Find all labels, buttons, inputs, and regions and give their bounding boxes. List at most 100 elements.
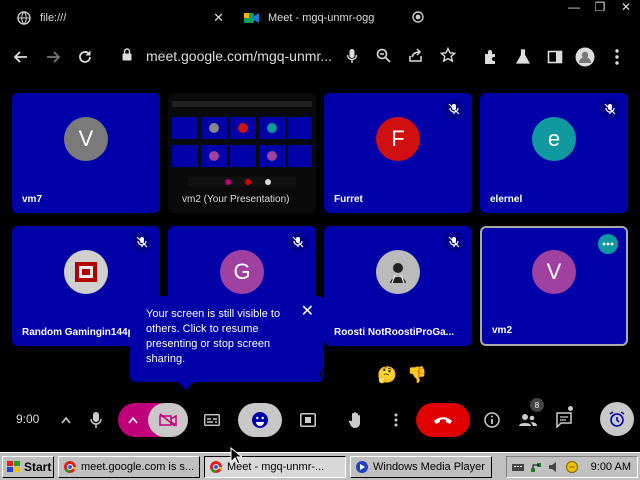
meeting-info-icon[interactable] [476, 404, 508, 436]
taskbar-item-media-player[interactable]: Windows Media Player [350, 456, 492, 478]
people-button[interactable]: 8 [512, 398, 544, 436]
tab-close-icon[interactable]: ✕ [213, 10, 224, 26]
bookmark-star-icon[interactable] [439, 46, 457, 66]
participant-name: Random Gamingin144p [22, 327, 134, 338]
people-count-badge: 8 [530, 398, 544, 412]
globe-icon [16, 10, 32, 26]
tooltip-text: Your screen is still visible to others. … [146, 308, 281, 365]
windows-flag-icon [7, 461, 20, 472]
chat-icon[interactable] [548, 404, 580, 436]
chat-notification-dot [568, 406, 573, 411]
reaction-bar: 😮 😢 🤔 👎 [316, 364, 428, 386]
avatar: F [376, 116, 420, 161]
participant-name: vm2 (Your Presentation) [182, 194, 290, 205]
zoom-icon[interactable] [376, 48, 391, 66]
back-icon[interactable] [10, 46, 32, 68]
side-panel-icon[interactable] [544, 46, 566, 68]
address-bar[interactable]: meet.google.com/mgq-unmr... [118, 42, 474, 70]
taskbar-item-label: Windows Media Player [373, 461, 485, 473]
emoji-reactions-button[interactable] [238, 403, 282, 437]
start-button[interactable]: Start [2, 456, 54, 478]
participant-tile[interactable]: Roosti NotRoostiProGa... [324, 226, 472, 346]
volume-icon[interactable] [547, 460, 561, 474]
microphone-icon[interactable] [346, 48, 358, 67]
forward-icon[interactable] [42, 46, 64, 68]
reaction-thumbs-down-icon[interactable]: 👎 [406, 364, 428, 386]
avatar: e [532, 116, 576, 161]
extensions-icon[interactable] [480, 46, 502, 68]
screen: file:/// ✕ Meet - mgq-unmr-ogg — ❐ ✕ mee… [0, 0, 640, 480]
tab-title: Meet - mgq-unmr-ogg [268, 12, 375, 24]
activities-button[interactable] [600, 402, 634, 436]
avatar: G [220, 249, 264, 294]
reload-icon[interactable] [74, 46, 96, 68]
lock-icon [122, 48, 136, 64]
people-icon [519, 414, 537, 426]
avatar: V [64, 116, 108, 161]
minimize-icon[interactable]: — [566, 0, 582, 18]
mic-off-icon [288, 232, 308, 252]
browser-toolbar: meet.google.com/mgq-unmr... [0, 36, 640, 76]
media-player-icon [356, 461, 368, 473]
participant-name: Roosti NotRoostiProGa... [334, 327, 454, 338]
labs-flask-icon[interactable] [512, 46, 534, 68]
reaction-surprised-icon[interactable]: 😮 [316, 364, 338, 386]
windows-taskbar: Start meet.google.com is s... Meet - mgq… [0, 452, 640, 480]
mic-off-icon [600, 99, 620, 119]
share-icon[interactable] [408, 48, 423, 66]
participant-tile[interactable]: e elernel [480, 93, 628, 213]
chevron-up-icon[interactable] [50, 404, 82, 436]
hang-up-icon [434, 417, 452, 424]
close-icon[interactable]: ✕ [301, 304, 314, 320]
participant-tile[interactable]: V vm7 [12, 93, 160, 213]
tab-title: file:/// [40, 12, 67, 24]
alarm-clock-icon [609, 411, 625, 427]
close-window-icon[interactable]: ✕ [618, 0, 634, 18]
reaction-thinking-icon[interactable]: 🤔 [376, 364, 398, 386]
taskbar-item-chrome-1[interactable]: meet.google.com is s... [58, 456, 200, 478]
tab-record-icon[interactable] [412, 11, 424, 26]
microphone-button[interactable] [80, 404, 112, 436]
meet-icon [244, 10, 260, 26]
more-options-kebab-icon[interactable] [380, 404, 412, 436]
tab-strip: file:/// ✕ Meet - mgq-unmr-ogg — ❐ ✕ [0, 0, 640, 36]
chevron-up-icon [128, 411, 138, 429]
restore-icon[interactable]: ❐ [592, 0, 608, 18]
presentation-tile[interactable]: vm2 (Your Presentation) [168, 93, 316, 213]
mic-off-icon [132, 232, 152, 252]
camera-off-button[interactable] [118, 403, 188, 437]
taskbar-item-chrome-2[interactable]: Meet - mgq-unmr-... [204, 456, 346, 478]
meeting-time: 9:00 [16, 412, 40, 426]
participant-tile-self[interactable]: V vm2 [480, 226, 628, 346]
taskbar-item-label: meet.google.com is s... [81, 461, 195, 473]
mic-off-icon [444, 232, 464, 252]
screen-share-tooltip[interactable]: Your screen is still visible to others. … [130, 296, 324, 390]
captions-icon[interactable] [196, 404, 228, 436]
participant-name: Furret [334, 194, 363, 205]
mic-off-icon [444, 99, 464, 119]
camera-off-icon [148, 403, 188, 437]
avatar-image [376, 249, 420, 294]
reaction-sad-icon[interactable]: 😢 [346, 364, 368, 386]
participant-name: vm2 [492, 325, 513, 336]
menu-kebab-icon[interactable] [606, 46, 628, 68]
keyboard-icon[interactable] [511, 460, 525, 474]
participant-name: vm7 [22, 194, 43, 205]
participant-tile[interactable]: F Furret [324, 93, 472, 213]
more-options-icon[interactable] [598, 234, 618, 254]
tab-file[interactable]: file:/// ✕ [16, 5, 230, 31]
tab-meet[interactable]: Meet - mgq-unmr-ogg [244, 5, 430, 31]
tooltip-arrow [178, 382, 194, 390]
raise-hand-icon[interactable] [340, 404, 372, 436]
network-icon[interactable] [529, 460, 543, 474]
chrome-icon [210, 461, 222, 473]
participant-name: elernel [490, 194, 523, 205]
profile-avatar-icon[interactable] [574, 46, 596, 68]
present-screen-icon[interactable] [292, 404, 324, 436]
chrome-icon [64, 461, 76, 473]
mouse-cursor-icon [230, 447, 242, 465]
security-icon[interactable] [565, 460, 579, 474]
start-label: Start [24, 460, 52, 474]
taskbar-clock: 9:00 AM [590, 461, 631, 473]
leave-call-button[interactable] [416, 403, 470, 437]
